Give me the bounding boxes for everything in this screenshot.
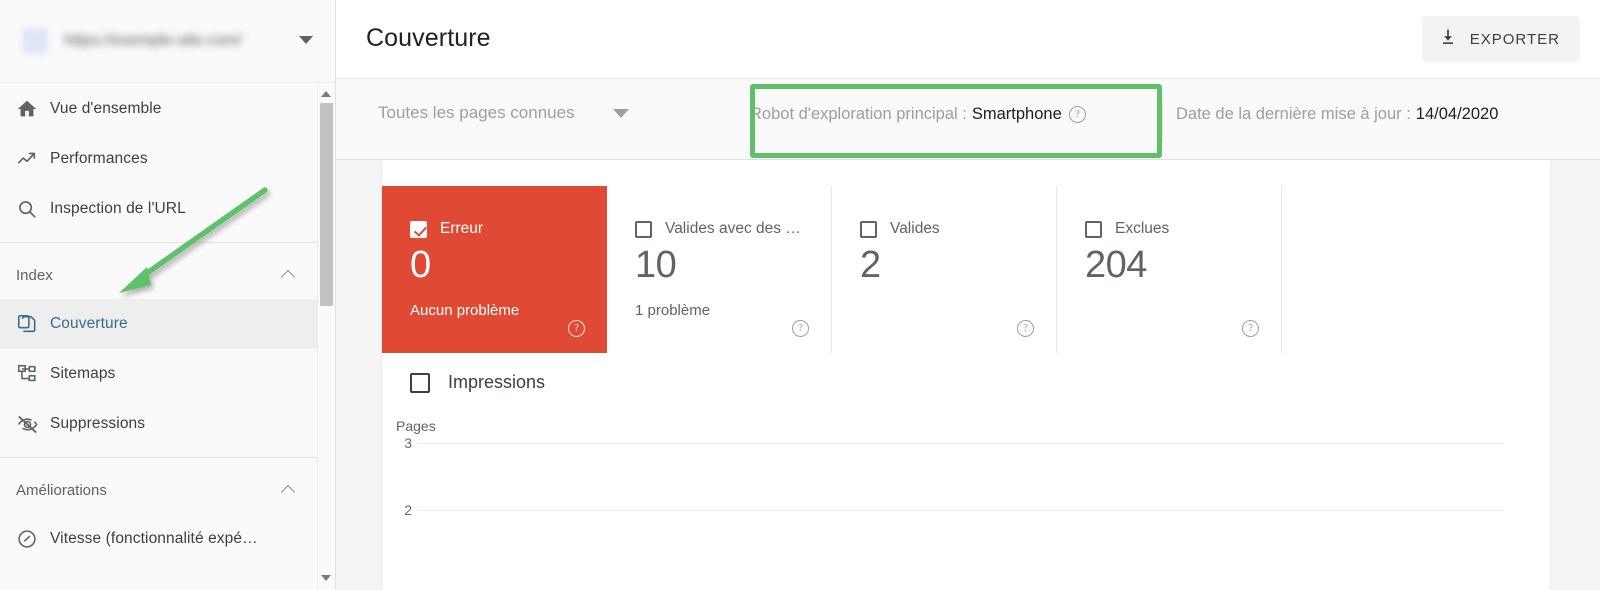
card-help[interactable]: ? <box>1235 318 1259 337</box>
filter-bar: Toutes les pages connues Robot d'explora… <box>336 78 1600 160</box>
export-button[interactable]: EXPORTER <box>1422 16 1580 62</box>
help-circle-icon[interactable]: ? <box>1017 320 1034 337</box>
sidebar: https://exemple-site.com/ Vue d'ensemble… <box>0 0 336 590</box>
last-update-label: Date de la dernière mise à jour : <box>1176 105 1411 124</box>
impressions-checkbox[interactable] <box>410 373 430 393</box>
coverage-panel: Erreur 0 Aucun problème ? Valides avec d… <box>382 160 1550 590</box>
card-help[interactable]: ? <box>785 318 809 337</box>
card-value: 2 <box>860 244 881 287</box>
speed-gauge-icon <box>16 528 50 550</box>
card-header: Valides <box>860 220 940 238</box>
help-circle-icon[interactable]: ? <box>1242 320 1259 337</box>
filter-divider <box>1162 99 1163 143</box>
help-circle-icon[interactable]: ? <box>1069 106 1086 123</box>
card-help[interactable]: ? <box>1010 318 1034 337</box>
export-button-label: EXPORTER <box>1470 31 1560 48</box>
trending-up-icon <box>16 148 50 170</box>
property-selector[interactable]: https://exemple-site.com/ <box>0 0 335 83</box>
chart-gridline <box>418 443 1504 444</box>
search-icon <box>16 198 50 220</box>
main-content: Erreur 0 Aucun problème ? Valides avec d… <box>336 160 1600 590</box>
sidebar-item-label: Couverture <box>50 315 140 333</box>
card-label: Valides <box>890 220 940 238</box>
chevron-up-icon[interactable] <box>282 483 296 497</box>
sidebar-item-label: Vue d'ensemble <box>50 100 174 118</box>
pages-copy-icon <box>16 313 50 335</box>
help-circle-icon[interactable]: ? <box>568 320 585 337</box>
page-filter-dropdown[interactable]: Toutes les pages connues <box>378 103 629 123</box>
page-title: Couverture <box>366 24 491 53</box>
card-checkbox[interactable] <box>410 221 427 238</box>
sidebar-item-couverture[interactable]: Couverture <box>0 299 318 349</box>
impressions-label: Impressions <box>448 372 545 393</box>
sidebar-item-label: Sitemaps <box>50 365 127 383</box>
chart-y-tick: 3 <box>382 435 412 451</box>
page-header: Couverture EXPORTER <box>336 0 1600 78</box>
sidebar-section-label: Index <box>16 267 282 284</box>
crawler-value: Smartphone <box>972 105 1062 124</box>
status-card-valides[interactable]: Valides 2 ? <box>832 186 1057 353</box>
impressions-toggle[interactable]: Impressions <box>410 372 545 393</box>
sidebar-divider <box>0 457 318 458</box>
sidebar-item-label: Vitesse (fonctionnalité expé… <box>50 530 270 548</box>
sitemap-icon <box>16 363 50 385</box>
crawler-info[interactable]: Robot d'exploration principal : Smartpho… <box>750 105 1086 124</box>
card-header: Exclues <box>1085 220 1169 238</box>
chevron-up-icon[interactable] <box>282 268 296 282</box>
card-subtitle: Aucun problème <box>410 302 519 319</box>
status-card-erreur[interactable]: Erreur 0 Aucun problème ? <box>382 186 607 353</box>
sidebar-section-index[interactable]: Index <box>0 251 318 299</box>
scrollbar-thumb[interactable] <box>320 103 333 306</box>
status-card-exclues[interactable]: Exclues 204 ? <box>1057 186 1282 353</box>
property-name: https://exemple-site.com/ <box>64 32 242 50</box>
sidebar-section-ameliorations[interactable]: Améliorations <box>0 466 318 514</box>
sidebar-item-label: Suppressions <box>50 415 157 433</box>
crawler-label: Robot d'exploration principal : <box>750 105 967 124</box>
site-logo-icon <box>22 28 48 54</box>
sidebar-item-vue-densemble[interactable]: Vue d'ensemble <box>0 84 318 134</box>
sidebar-item-performances[interactable]: Performances <box>0 134 318 184</box>
scroll-down-arrow-icon[interactable] <box>318 569 334 586</box>
download-icon <box>1438 27 1458 52</box>
coverage-chart: Pages 3 2 <box>382 418 1550 590</box>
sidebar-item-sitemaps[interactable]: Sitemaps <box>0 349 318 399</box>
sidebar-section-label: Améliorations <box>16 482 282 499</box>
last-update-value: 14/04/2020 <box>1416 105 1499 124</box>
sidebar-item-label: Inspection de l'URL <box>50 200 198 218</box>
sidebar-item-vitesse[interactable]: Vitesse (fonctionnalité expé… <box>0 514 318 564</box>
eye-off-icon <box>16 413 50 436</box>
page-filter-label: Toutes les pages connues <box>378 103 575 123</box>
home-icon <box>16 98 50 120</box>
sidebar-item-label: Performances <box>50 150 160 168</box>
card-value: 204 <box>1085 244 1147 287</box>
sidebar-scrollbar[interactable] <box>317 84 334 590</box>
card-value: 0 <box>410 244 431 287</box>
chart-y-axis-label: Pages <box>396 418 436 434</box>
card-checkbox[interactable] <box>860 221 877 238</box>
last-update-info: Date de la dernière mise à jour : 14/04/… <box>1176 105 1498 124</box>
card-label: Exclues <box>1115 220 1169 238</box>
sidebar-item-inspection-url[interactable]: Inspection de l'URL <box>0 184 318 234</box>
card-checkbox[interactable] <box>1085 221 1102 238</box>
card-help[interactable]: ? <box>561 318 585 337</box>
sidebar-divider <box>0 242 318 243</box>
chart-y-tick: 2 <box>382 502 412 518</box>
caret-down-icon[interactable] <box>613 109 629 118</box>
card-header: Valides avec des … <box>635 220 801 238</box>
caret-down-icon[interactable] <box>299 36 313 44</box>
card-checkbox[interactable] <box>635 221 652 238</box>
search-console-coverage-page: https://exemple-site.com/ Vue d'ensemble… <box>0 0 1600 590</box>
card-label: Erreur <box>440 220 483 238</box>
status-card-valides-avec-avertissements[interactable]: Valides avec des … 10 1 problème ? <box>607 186 832 353</box>
scroll-up-arrow-icon[interactable] <box>318 85 334 102</box>
sidebar-nav: Vue d'ensemble Performances Inspection d… <box>0 84 318 590</box>
card-label: Valides avec des … <box>665 220 801 238</box>
card-subtitle: 1 problème <box>635 302 710 319</box>
status-cards: Erreur 0 Aucun problème ? Valides avec d… <box>382 186 1282 353</box>
sidebar-item-suppressions[interactable]: Suppressions <box>0 399 318 449</box>
card-header: Erreur <box>410 220 483 238</box>
chart-gridline <box>418 510 1504 511</box>
help-circle-icon[interactable]: ? <box>792 320 809 337</box>
card-value: 10 <box>635 244 676 287</box>
